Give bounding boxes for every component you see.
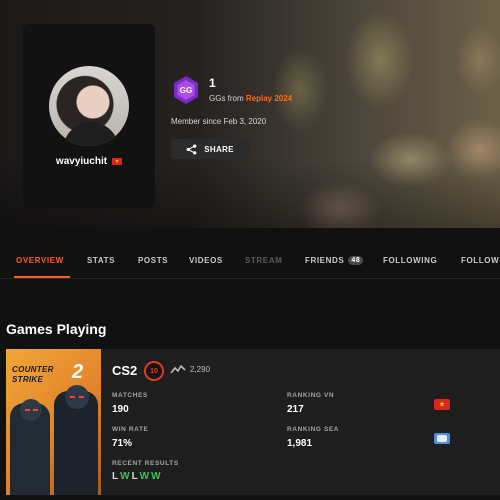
ranking-vn-label: RANKING VN bbox=[287, 392, 335, 399]
result-win: W bbox=[120, 471, 130, 482]
profile-tabs: OVERVIEW STATS POSTS VIDEOS STREAM FRIEN… bbox=[0, 246, 500, 279]
active-tab-indicator bbox=[14, 276, 70, 278]
tab-friends-label: FRIENDS bbox=[305, 256, 345, 265]
vietnam-flag-icon bbox=[112, 158, 123, 165]
ranking-sea-label: RANKING SEA bbox=[287, 426, 340, 433]
recent-results: L W L W W bbox=[112, 471, 161, 482]
ranking-vn-value: 217 bbox=[287, 404, 304, 415]
username[interactable]: wavyiuchit bbox=[56, 156, 107, 167]
tab-stats[interactable]: STATS bbox=[87, 256, 115, 265]
result-loss: L bbox=[131, 471, 138, 482]
tab-videos[interactable]: VIDEOS bbox=[189, 256, 223, 265]
soldier-right-figure bbox=[54, 385, 98, 495]
gg-source-link[interactable]: Replay 2024 bbox=[246, 94, 292, 103]
tab-followers[interactable]: FOLLOW bbox=[461, 256, 499, 265]
win-rate-label: WIN RATE bbox=[112, 426, 149, 433]
gg-count: 1 bbox=[209, 76, 216, 90]
elo-trend-icon bbox=[170, 365, 186, 374]
elo-value: 2,290 bbox=[190, 365, 211, 374]
game-name[interactable]: CS2 bbox=[112, 363, 137, 378]
sea-region-flag-icon bbox=[434, 433, 450, 444]
games-playing-title: Games Playing bbox=[6, 321, 107, 337]
share-button[interactable]: SHARE bbox=[171, 139, 249, 159]
tab-stream: STREAM bbox=[245, 256, 283, 265]
profile-card: wavyiuchit bbox=[23, 24, 155, 208]
cs2-logo-line1: COUNTER bbox=[12, 365, 54, 374]
gg-badge-label: GG bbox=[177, 80, 195, 100]
share-button-label: SHARE bbox=[204, 144, 234, 154]
share-icon bbox=[186, 143, 197, 155]
soldier-left-figure bbox=[10, 399, 50, 495]
tab-overview[interactable]: OVERVIEW bbox=[16, 256, 64, 265]
ranking-sea-value: 1,981 bbox=[287, 438, 313, 449]
recent-results-label: RECENT RESULTS bbox=[112, 460, 179, 467]
member-since: Member since Feb 3, 2020 bbox=[171, 117, 267, 126]
skill-level-badge: 10 bbox=[144, 361, 164, 381]
game-card-cs2[interactable]: COUNTER STRIKE 2 CS2 10 2,290 MATCHES 19… bbox=[6, 349, 500, 495]
result-loss: L bbox=[112, 471, 119, 482]
username-row: wavyiuchit bbox=[23, 156, 155, 167]
result-win: W bbox=[151, 471, 161, 482]
matches-value: 190 bbox=[112, 404, 129, 415]
result-win: W bbox=[139, 471, 150, 482]
friends-count-badge: 48 bbox=[348, 256, 364, 265]
gg-from-text: GGs from Replay 2024 bbox=[209, 94, 292, 103]
matches-label: MATCHES bbox=[112, 392, 148, 399]
vietnam-flag-icon bbox=[434, 399, 450, 410]
gg-from-prefix: GGs from bbox=[209, 94, 246, 103]
win-rate-value: 71% bbox=[112, 438, 133, 449]
tab-following[interactable]: FOLLOWING bbox=[383, 256, 437, 265]
avatar[interactable] bbox=[49, 66, 129, 146]
cs2-logo-line2: STRIKE bbox=[12, 375, 44, 384]
profile-banner: wavyiuchit GG 1 GGs from Replay 2024 Mem… bbox=[0, 0, 500, 228]
tab-posts[interactable]: POSTS bbox=[138, 256, 168, 265]
cs2-cover-art: COUNTER STRIKE 2 bbox=[6, 349, 101, 495]
tab-friends[interactable]: FRIENDS 48 bbox=[305, 256, 364, 265]
cs2-logo-number: 2 bbox=[72, 361, 84, 383]
